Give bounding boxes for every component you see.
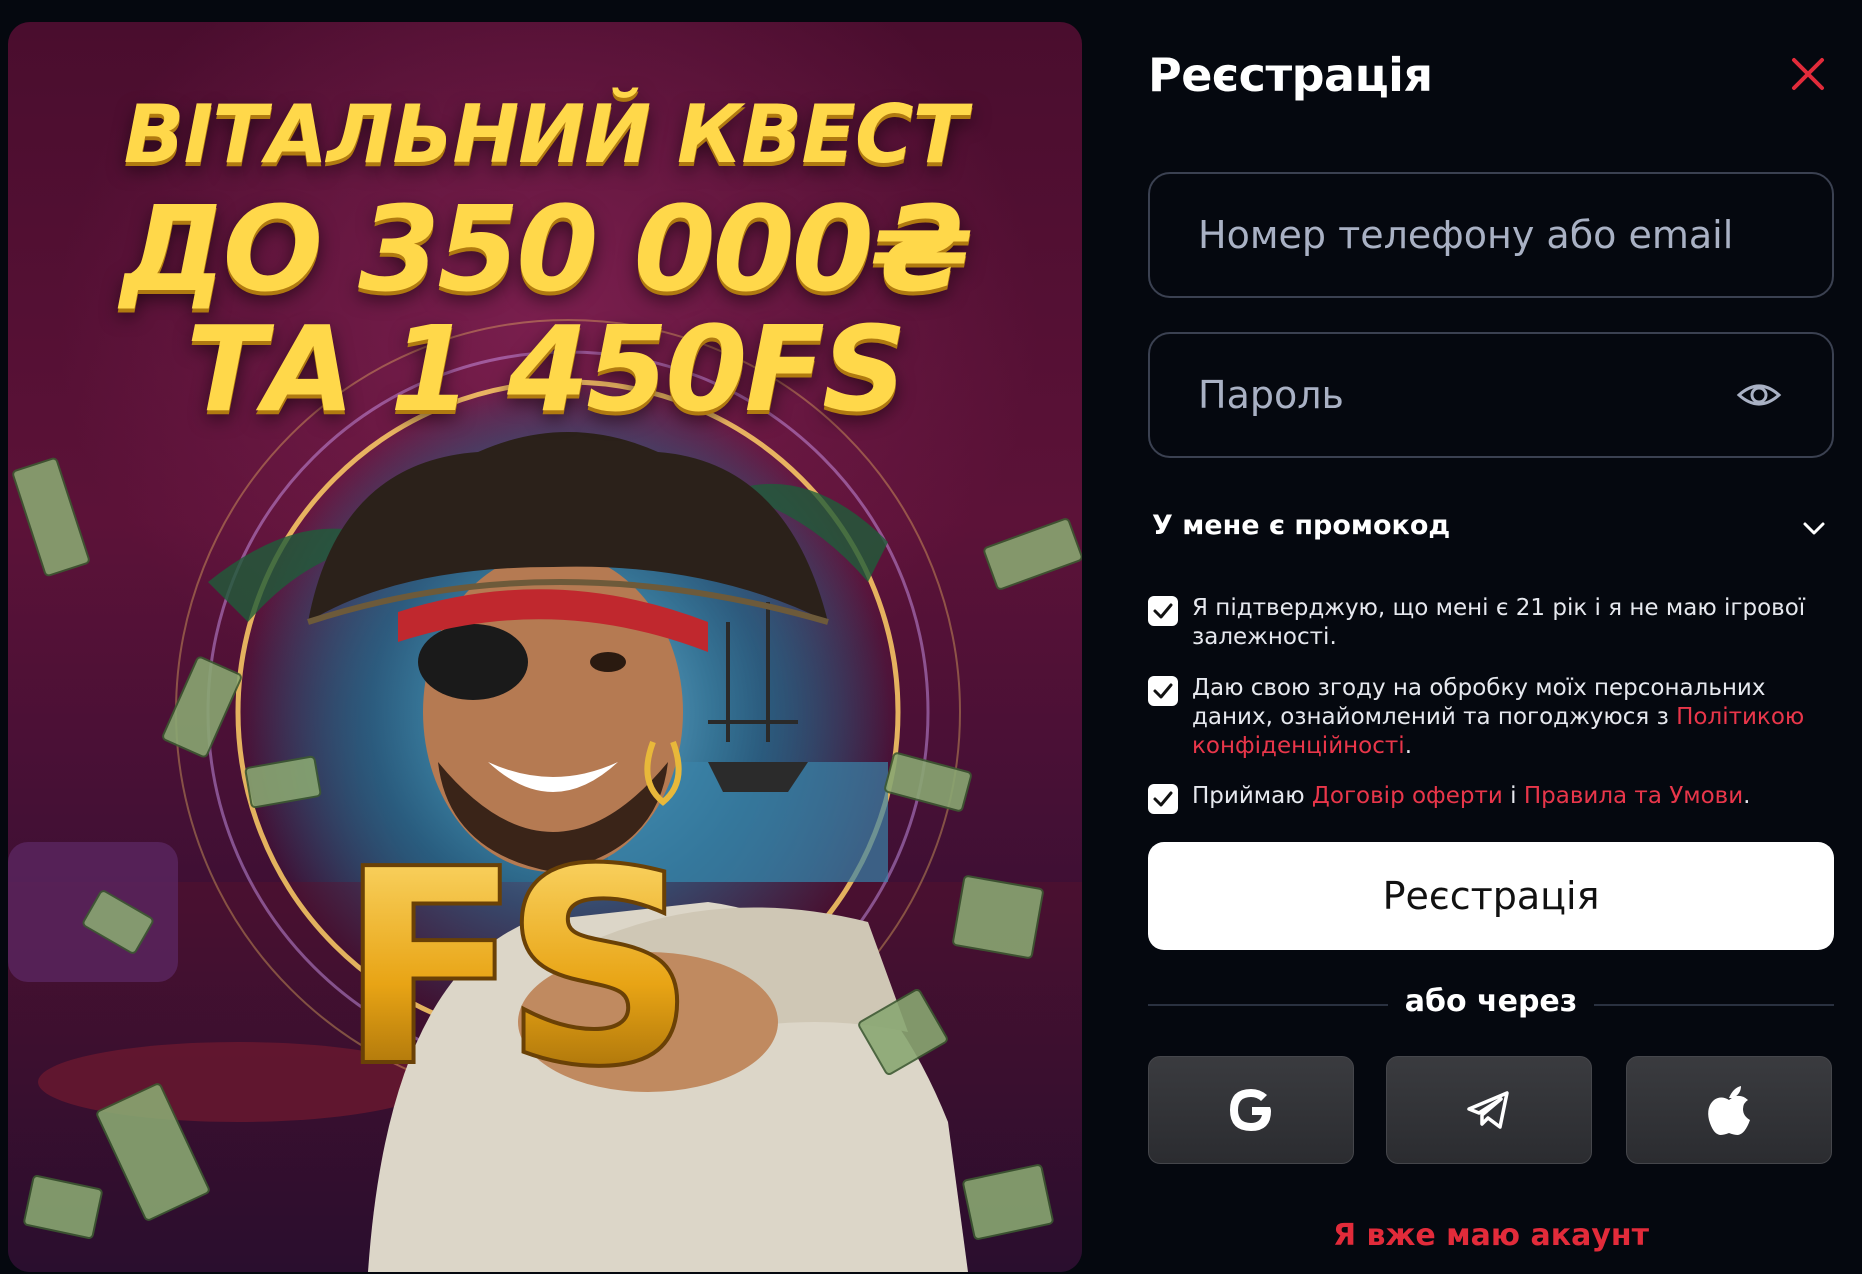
telegram-login-button[interactable] [1386, 1056, 1592, 1164]
terms-consent-text-before: Приймаю [1192, 783, 1312, 809]
terms-consent-text-after: . [1743, 783, 1751, 809]
promo-code-toggle[interactable]: У мене є промокод [1152, 508, 1828, 552]
promo-banner: FS ВІТАЛЬНИЙ КВЕСТ ДО 350 000₴ ТА 1 450F… [8, 22, 1082, 1272]
google-icon [1230, 1089, 1271, 1131]
age-consent-checkbox[interactable] [1148, 596, 1178, 626]
terms-consent-checkbox[interactable] [1148, 784, 1178, 814]
terms-consent-text: Приймаю Договір оферти і Правила та Умов… [1192, 782, 1832, 811]
fs-badge: FS [338, 811, 680, 1126]
promo-line-3: ТА 1 450FS [186, 300, 907, 438]
terms-conditions-link[interactable]: Правила та Умови [1524, 783, 1743, 809]
register-button[interactable]: Реєстрація [1148, 842, 1834, 950]
password-field [1148, 332, 1834, 458]
or-divider: або через [1148, 984, 1834, 1028]
promo-line-1: ВІТАЛЬНИЙ КВЕСТ [123, 88, 968, 181]
privacy-consent-checkbox[interactable] [1148, 676, 1178, 706]
close-icon [1792, 58, 1824, 90]
checkmark-icon [1153, 603, 1173, 619]
privacy-consent-text-after: . [1404, 733, 1412, 759]
offer-agreement-link[interactable]: Договір оферти [1312, 783, 1503, 809]
promo-code-label: У мене є промокод [1152, 510, 1451, 541]
privacy-consent-text: Даю свою згоду на обробку моїх персональ… [1192, 674, 1832, 761]
apple-login-button[interactable] [1626, 1056, 1832, 1164]
registration-panel: Реєстрація У мене є промокод Я підтвердж… [1148, 0, 1838, 1274]
terms-consent-text-middle: і [1502, 783, 1524, 809]
promo-line-2: ДО 350 000₴ [120, 180, 973, 318]
age-consent-text: Я підтверджую, що мені є 21 рік і я не м… [1192, 595, 1806, 650]
existing-account-link[interactable]: Я вже маю акаунт [1148, 1218, 1834, 1253]
eye-icon[interactable] [1736, 372, 1782, 418]
checkmark-icon [1153, 791, 1173, 807]
checkmark-icon [1153, 683, 1173, 699]
apple-icon [1708, 1086, 1750, 1135]
or-label: або через [1404, 984, 1578, 1019]
password-input[interactable] [1198, 334, 1758, 456]
google-login-button[interactable] [1148, 1056, 1354, 1164]
divider-line-right [1594, 1004, 1834, 1006]
chevron-down-icon [1803, 522, 1825, 535]
telegram-icon [1467, 1091, 1509, 1129]
close-button[interactable] [1788, 54, 1828, 94]
page-title: Реєстрація [1148, 48, 1433, 102]
phone-email-input[interactable] [1198, 174, 1758, 296]
login-field [1148, 172, 1834, 298]
